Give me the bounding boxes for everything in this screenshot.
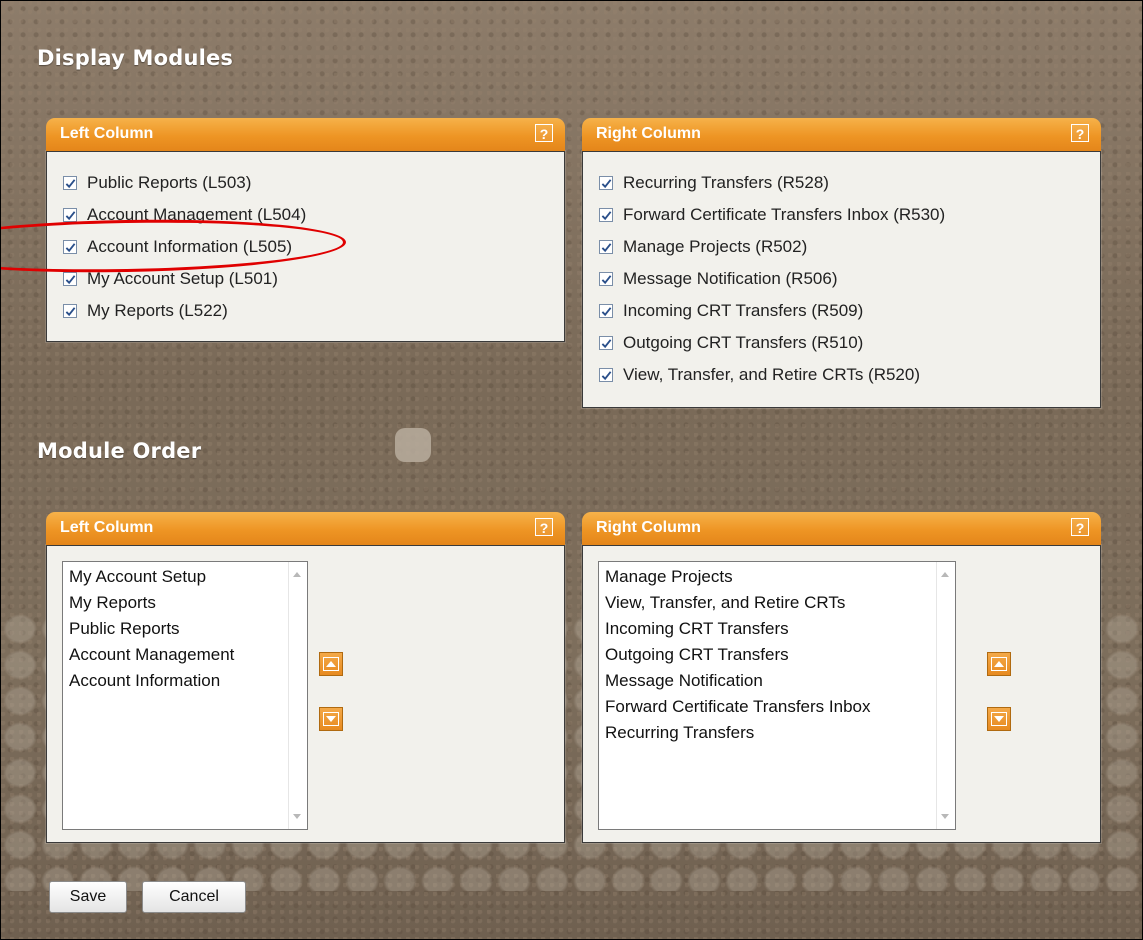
arrow-up-icon bbox=[991, 657, 1007, 671]
module-checkbox-row[interactable]: My Account Setup (L501) bbox=[63, 267, 278, 291]
module-checkbox-row[interactable]: My Reports (L522) bbox=[63, 299, 228, 323]
list-item[interactable]: Account Management bbox=[69, 642, 234, 668]
display-right-header-label: Right Column bbox=[596, 125, 701, 142]
display-modules-title: Display Modules bbox=[37, 46, 234, 70]
arrow-up-icon bbox=[323, 657, 339, 671]
checkbox[interactable] bbox=[599, 368, 613, 382]
checkbox[interactable] bbox=[599, 304, 613, 318]
checkbox-label: Incoming CRT Transfers (R509) bbox=[623, 301, 864, 320]
right-order-listbox[interactable]: Manage Projects View, Transfer, and Retir… bbox=[598, 561, 956, 830]
checkbox[interactable] bbox=[63, 272, 77, 286]
background-stone bbox=[395, 428, 431, 462]
checkbox[interactable] bbox=[599, 240, 613, 254]
arrow-down-icon bbox=[991, 712, 1007, 726]
list-item[interactable]: My Account Setup bbox=[69, 564, 206, 590]
order-right-panel: Right Column ? Manage Projects View, Tran… bbox=[582, 512, 1101, 843]
module-checkbox-row[interactable]: Account Management (L504) bbox=[63, 203, 306, 227]
scroll-down-icon[interactable] bbox=[293, 814, 301, 819]
module-checkbox-row[interactable]: Account Information (L505) bbox=[63, 235, 292, 259]
checkbox-label: Account Information (L505) bbox=[87, 237, 293, 256]
checkbox[interactable] bbox=[599, 272, 613, 286]
list-item[interactable]: My Reports bbox=[69, 590, 156, 616]
help-icon[interactable]: ? bbox=[535, 124, 553, 142]
checkbox-label: Public Reports (L503) bbox=[87, 173, 252, 192]
list-item[interactable]: Incoming CRT Transfers bbox=[605, 616, 789, 642]
list-item[interactable]: View, Transfer, and Retire CRTs bbox=[605, 590, 845, 616]
module-order-title: Module Order bbox=[37, 439, 202, 463]
checkbox-label: Forward Certificate Transfers Inbox (R53… bbox=[623, 205, 946, 224]
display-left-header: Left Column ? bbox=[46, 118, 565, 151]
module-checkbox-row[interactable]: Forward Certificate Transfers Inbox (R53… bbox=[599, 203, 945, 227]
checkbox-label: View, Transfer, and Retire CRTs (R520) bbox=[623, 365, 921, 384]
order-left-panel: Left Column ? My Account Setup My Reports… bbox=[46, 512, 565, 843]
checkbox-label: Message Notification (R506) bbox=[623, 269, 838, 288]
list-item[interactable]: Recurring Transfers bbox=[605, 720, 754, 746]
arrow-down-icon bbox=[323, 712, 339, 726]
save-button[interactable]: Save bbox=[49, 881, 127, 913]
checkbox[interactable] bbox=[63, 240, 77, 254]
scroll-up-icon[interactable] bbox=[941, 572, 949, 577]
module-checkbox-row[interactable]: Public Reports (L503) bbox=[63, 171, 251, 195]
checkbox-label: Manage Projects (R502) bbox=[623, 237, 808, 256]
module-checkbox-row[interactable]: Recurring Transfers (R528) bbox=[599, 171, 829, 195]
checkbox[interactable] bbox=[599, 208, 613, 222]
checkbox[interactable] bbox=[599, 336, 613, 350]
move-up-button[interactable] bbox=[319, 652, 343, 676]
move-down-button[interactable] bbox=[319, 707, 343, 731]
checkbox-label: Account Management (L504) bbox=[87, 205, 307, 224]
checkbox-label: Outgoing CRT Transfers (R510) bbox=[623, 333, 864, 352]
help-icon[interactable]: ? bbox=[1071, 124, 1089, 142]
display-left-panel: Left Column ? Public Reports (L503) Accou… bbox=[46, 118, 565, 342]
order-left-header-label: Left Column bbox=[60, 519, 154, 536]
checkbox[interactable] bbox=[63, 304, 77, 318]
help-icon[interactable]: ? bbox=[1071, 518, 1089, 536]
checkbox-label: Recurring Transfers (R528) bbox=[623, 173, 829, 192]
list-item[interactable]: Forward Certificate Transfers Inbox bbox=[605, 694, 870, 720]
display-right-header: Right Column ? bbox=[582, 118, 1101, 151]
checkbox-label: My Account Setup (L501) bbox=[87, 269, 278, 288]
module-checkbox-row[interactable]: Manage Projects (R502) bbox=[599, 235, 807, 259]
scroll-up-icon[interactable] bbox=[293, 572, 301, 577]
settings-page: Display Modules Left Column ? Public Rep… bbox=[0, 0, 1143, 940]
checkbox[interactable] bbox=[63, 176, 77, 190]
checkbox[interactable] bbox=[63, 208, 77, 222]
move-up-button[interactable] bbox=[987, 652, 1011, 676]
list-item[interactable]: Outgoing CRT Transfers bbox=[605, 642, 789, 668]
left-order-listbox[interactable]: My Account Setup My Reports Public Reports… bbox=[62, 561, 308, 830]
order-right-header: Right Column ? bbox=[582, 512, 1101, 545]
order-left-header: Left Column ? bbox=[46, 512, 565, 545]
module-checkbox-row[interactable]: Incoming CRT Transfers (R509) bbox=[599, 299, 863, 323]
help-icon[interactable]: ? bbox=[535, 518, 553, 536]
list-item[interactable]: Public Reports bbox=[69, 616, 180, 642]
listbox-scrollbar[interactable] bbox=[288, 562, 307, 829]
display-right-panel: Right Column ? Recurring Transfers (R528… bbox=[582, 118, 1101, 408]
module-checkbox-row[interactable]: Message Notification (R506) bbox=[599, 267, 837, 291]
scroll-down-icon[interactable] bbox=[941, 814, 949, 819]
listbox-scrollbar[interactable] bbox=[936, 562, 955, 829]
display-left-header-label: Left Column bbox=[60, 125, 154, 142]
checkbox[interactable] bbox=[599, 176, 613, 190]
list-item[interactable]: Account Information bbox=[69, 668, 220, 694]
cancel-button[interactable]: Cancel bbox=[142, 881, 246, 913]
move-down-button[interactable] bbox=[987, 707, 1011, 731]
module-checkbox-row[interactable]: Outgoing CRT Transfers (R510) bbox=[599, 331, 863, 355]
order-right-header-label: Right Column bbox=[596, 519, 701, 536]
module-checkbox-row[interactable]: View, Transfer, and Retire CRTs (R520) bbox=[599, 363, 920, 387]
list-item[interactable]: Message Notification bbox=[605, 668, 763, 694]
list-item[interactable]: Manage Projects bbox=[605, 564, 733, 590]
checkbox-label: My Reports (L522) bbox=[87, 301, 228, 320]
